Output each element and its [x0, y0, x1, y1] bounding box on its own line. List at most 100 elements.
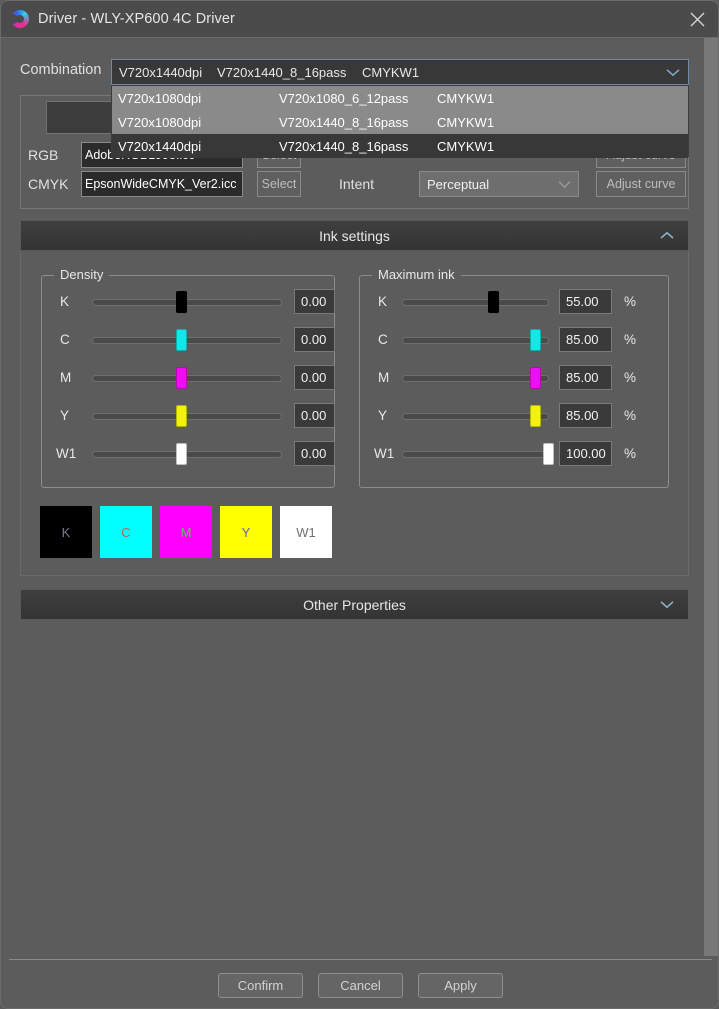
chevron-down-icon [550, 172, 578, 196]
chevron-down-icon [658, 60, 688, 84]
combination-option-list[interactable]: V720x1080dpi V720x1080_6_12pass CMYKW1 V… [111, 85, 689, 158]
cancel-button[interactable]: Cancel [318, 972, 403, 998]
channel-label: Y [378, 408, 388, 423]
option-inkset: CMYKW1 [437, 90, 495, 106]
combination-mode: V720x1440_8_16pass [217, 64, 347, 80]
swatch-label: W1 [296, 524, 316, 540]
intent-value: Perceptual [427, 176, 490, 192]
density-legend: Density [54, 267, 110, 282]
maximum-ink-slider-K[interactable] [402, 299, 549, 306]
slider-handle[interactable] [176, 443, 187, 465]
combination-option-2[interactable]: V720x1440dpi V720x1440_8_16pass CMYKW1 [112, 134, 688, 158]
density-value-K[interactable]: 0.00 [294, 289, 335, 314]
swatch-W1[interactable]: W1 [280, 506, 332, 558]
slider-handle[interactable] [488, 291, 499, 313]
swatch-label: Y [241, 524, 251, 540]
confirm-button[interactable]: Confirm [218, 972, 303, 998]
vertical-scrollbar[interactable] [704, 38, 718, 956]
density-slider-M[interactable] [92, 375, 282, 382]
swatch-Y[interactable]: Y [220, 506, 272, 558]
density-slider-C[interactable] [92, 337, 282, 344]
intent-dropdown[interactable]: Perceptual [419, 171, 579, 197]
slider-handle[interactable] [176, 329, 187, 351]
other-properties-title: Other Properties [303, 596, 406, 613]
ink-settings-header[interactable]: Ink settings [20, 220, 689, 251]
maximum-ink-value-W1[interactable]: 100.00 [559, 441, 612, 466]
swatch-C[interactable]: C [100, 506, 152, 558]
maximum-ink-slider-M[interactable] [402, 375, 549, 382]
density-slider-W1[interactable] [92, 451, 282, 458]
channel-label: C [60, 332, 70, 347]
combination-dropdown[interactable]: V720x1440dpi V720x1440_8_16pass CMYKW1 [111, 59, 689, 85]
footer-button-bar: Confirm Cancel Apply [1, 960, 718, 1008]
maximum-ink-row-C: C 85.00 % [360, 326, 668, 354]
combination-resolution: V720x1440dpi [119, 64, 203, 80]
maximum-ink-row-W1: W1 100.00 % [360, 440, 668, 468]
ink-settings-title: Ink settings [319, 227, 390, 244]
swatch-label: K [61, 524, 71, 540]
density-row-Y: Y 0.00 [42, 402, 335, 430]
density-value-C[interactable]: 0.00 [294, 327, 335, 352]
chevron-up-icon [660, 221, 674, 250]
option-resolution: V720x1080dpi [118, 114, 202, 130]
slider-handle[interactable] [530, 367, 541, 389]
maximum-ink-row-K: K 55.00 % [360, 288, 668, 316]
maximum-ink-slider-Y[interactable] [402, 413, 549, 420]
maximum-ink-fieldset: Maximum ink K 55.00 % C 85.00 % M 85.00 … [359, 267, 669, 488]
maximum-ink-value-K[interactable]: 55.00 [559, 289, 612, 314]
density-row-C: C 0.00 [42, 326, 335, 354]
slider-handle[interactable] [176, 405, 187, 427]
density-fieldset: Density K 0.00 C 0.00 M 0.00 Y 0.00 W1 0… [41, 267, 335, 488]
apply-button[interactable]: Apply [418, 972, 503, 998]
percent-unit: % [624, 294, 637, 309]
channel-label: W1 [56, 446, 77, 461]
channel-label: M [378, 370, 390, 385]
driver-dialog-window: Driver - WLY-XP600 4C Driver RGB AdobeRG… [0, 0, 719, 1009]
slider-handle[interactable] [176, 291, 187, 313]
slider-handle[interactable] [176, 367, 187, 389]
maximum-ink-slider-C[interactable] [402, 337, 549, 344]
cmyk-label: CMYK [28, 176, 69, 192]
ink-channel-swatches: K C M Y W1 [40, 506, 332, 558]
maximum-ink-row-M: M 85.00 % [360, 364, 668, 392]
rgb-label: RGB [28, 147, 59, 163]
cmyk-adjust-curve-button[interactable]: Adjust curve [596, 171, 686, 197]
combination-option-1[interactable]: V720x1080dpi V720x1440_8_16pass CMYKW1 [112, 110, 688, 134]
density-row-W1: W1 0.00 [42, 440, 335, 468]
dialog-content: RGB AdobeRGB1998.icc Select Adjust curve… [1, 38, 718, 956]
cmyk-select-button[interactable]: Select [257, 171, 301, 197]
slider-handle[interactable] [530, 329, 541, 351]
swatch-label: M [180, 524, 192, 540]
option-mode: V720x1440_8_16pass [279, 138, 409, 154]
swatch-label: C [121, 524, 131, 540]
maximum-ink-value-Y[interactable]: 85.00 [559, 403, 612, 428]
density-value-Y[interactable]: 0.00 [294, 403, 335, 428]
close-icon[interactable] [674, 1, 718, 38]
channel-label: Y [60, 408, 70, 423]
density-slider-K[interactable] [92, 299, 282, 306]
option-mode: V720x1440_8_16pass [279, 114, 409, 130]
percent-unit: % [624, 332, 637, 347]
chevron-down-icon [660, 590, 674, 619]
swatch-M[interactable]: M [160, 506, 212, 558]
driver-logo-icon [11, 10, 29, 28]
slider-handle[interactable] [530, 405, 541, 427]
channel-label: C [378, 332, 388, 347]
slider-handle[interactable] [543, 443, 554, 465]
cmyk-profile-field[interactable]: EpsonWideCMYK_Ver2.icc [81, 171, 243, 197]
swatch-K[interactable]: K [40, 506, 92, 558]
scrollbar-thumb[interactable] [704, 38, 718, 950]
combination-option-0[interactable]: V720x1080dpi V720x1080_6_12pass CMYKW1 [112, 86, 688, 110]
title-bar: Driver - WLY-XP600 4C Driver [1, 1, 718, 38]
maximum-ink-value-M[interactable]: 85.00 [559, 365, 612, 390]
density-value-W1[interactable]: 0.00 [294, 441, 335, 466]
combination-inkset: CMYKW1 [362, 64, 420, 80]
other-properties-header[interactable]: Other Properties [20, 589, 689, 620]
density-slider-Y[interactable] [92, 413, 282, 420]
maximum-ink-value-C[interactable]: 85.00 [559, 327, 612, 352]
percent-unit: % [624, 408, 637, 423]
channel-label: K [60, 294, 70, 309]
channel-label: K [378, 294, 388, 309]
density-value-M[interactable]: 0.00 [294, 365, 335, 390]
maximum-ink-slider-W1[interactable] [402, 451, 549, 458]
